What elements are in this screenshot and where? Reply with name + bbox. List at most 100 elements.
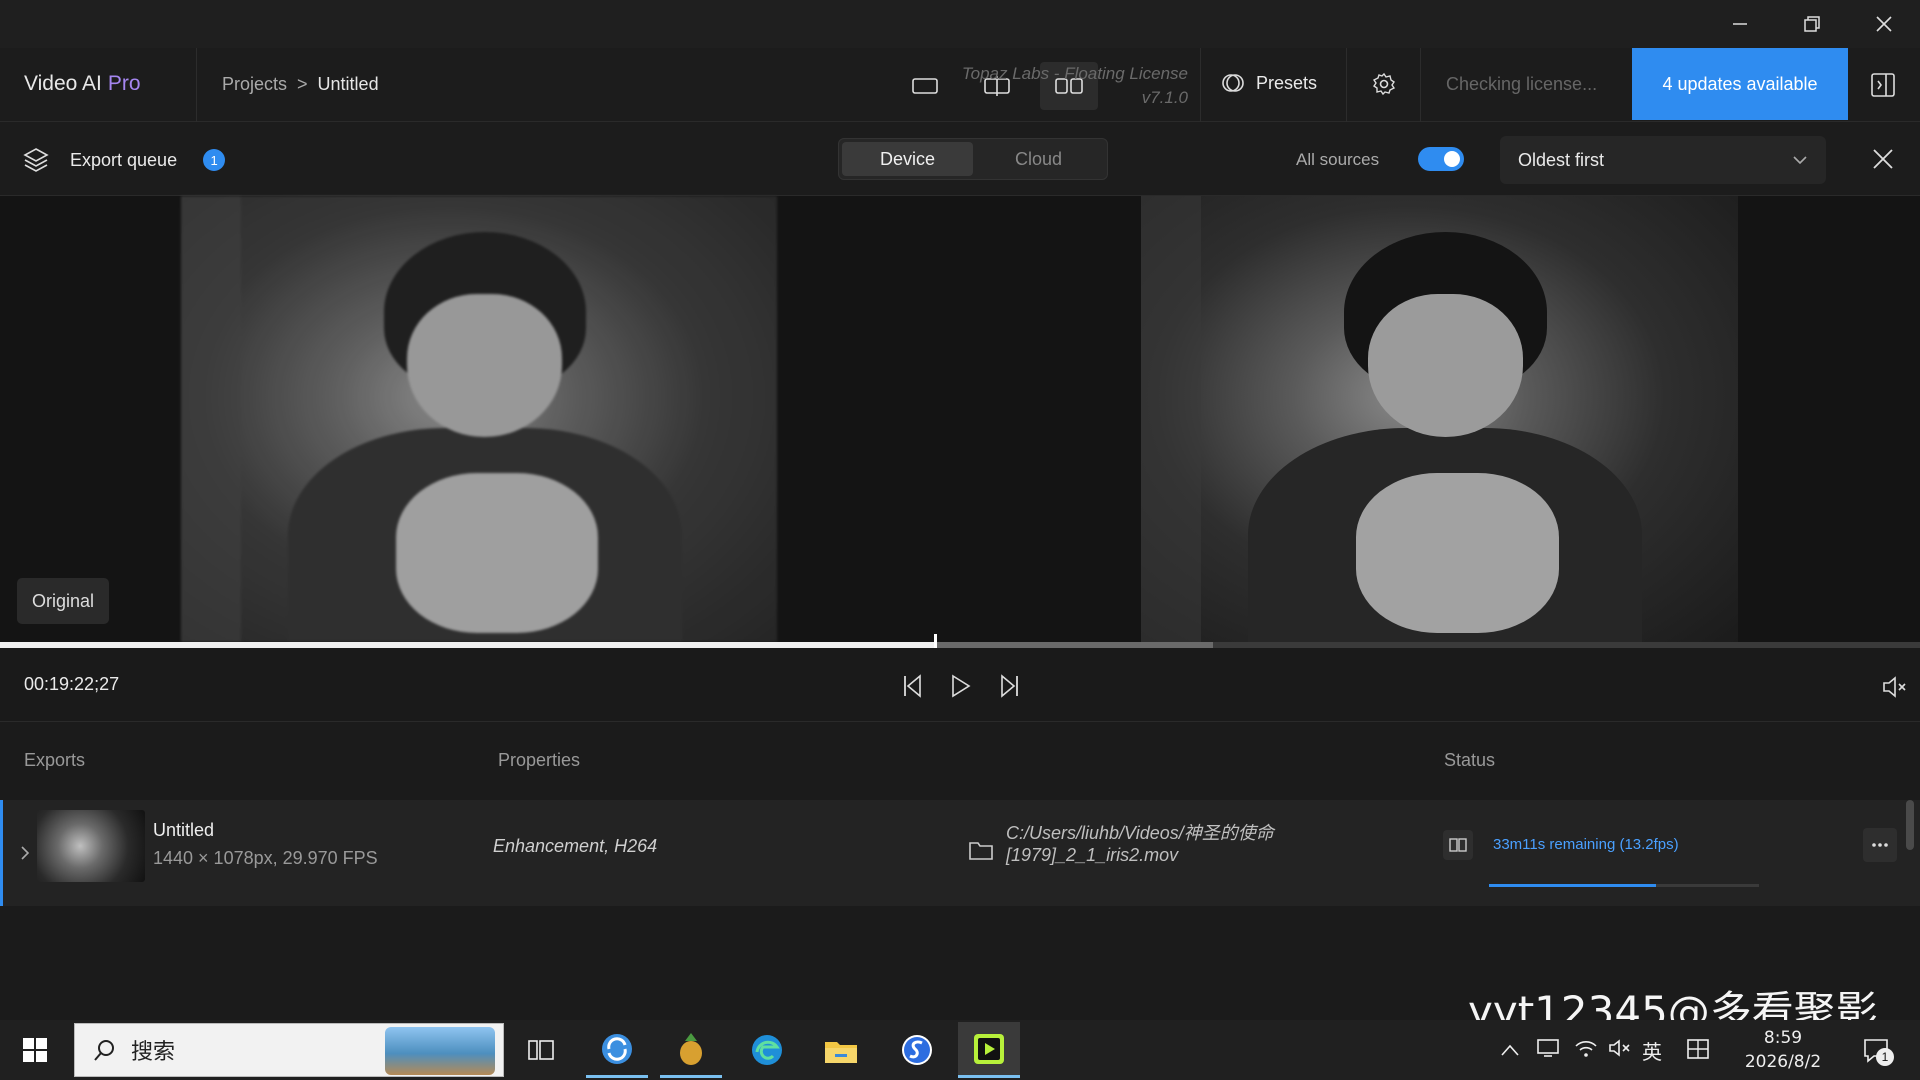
windows-logo-icon bbox=[23, 1038, 47, 1062]
folder-icon[interactable] bbox=[967, 836, 995, 864]
export-queue-title: Export queue bbox=[70, 149, 178, 170]
next-frame-button[interactable] bbox=[990, 668, 1026, 704]
minimize-button[interactable] bbox=[1704, 0, 1776, 48]
clock-date: 2026/8/2 bbox=[1744, 1052, 1822, 1072]
all-sources-label: All sources bbox=[1296, 150, 1380, 169]
chevron-down-icon bbox=[1793, 156, 1807, 165]
taskbar-clock[interactable]: 8:59 2026/8/2 bbox=[1718, 1026, 1848, 1074]
frame-figure bbox=[407, 294, 563, 437]
clock-time: 8:59 bbox=[1763, 1028, 1803, 1048]
chevron-right-icon bbox=[21, 846, 30, 860]
settings-button[interactable] bbox=[1368, 68, 1400, 100]
license-note: Topaz Labs - Floating License v7.1.0 bbox=[930, 62, 1188, 110]
task-view-button[interactable] bbox=[510, 1022, 572, 1078]
header-divider bbox=[1420, 48, 1421, 122]
presets-button[interactable]: Presets bbox=[1220, 70, 1317, 96]
frame-figure bbox=[395, 472, 599, 634]
step-forward-icon bbox=[1001, 674, 1018, 698]
taskbar-app-browser[interactable] bbox=[586, 1022, 648, 1078]
queue-count-badge: 1 bbox=[203, 149, 226, 171]
taskbar-app-edge[interactable] bbox=[736, 1022, 798, 1078]
timecode: 00:19:22;27 bbox=[24, 674, 120, 694]
tray-ime-language[interactable]: 英 bbox=[1642, 1036, 1662, 1065]
video-preview: Original bbox=[0, 196, 1920, 642]
enhanced-frame bbox=[1141, 196, 1738, 642]
export-path-line: C:/Users/liuhb/Videos/神圣的使命 bbox=[1006, 823, 1274, 843]
exports-table: Exports Properties Status Untitled 1440 … bbox=[0, 722, 1920, 1020]
header-divider bbox=[196, 48, 197, 122]
brand-tier: Pro bbox=[107, 72, 141, 95]
breadcrumb-current: Untitled bbox=[317, 74, 379, 94]
license-status: Checking license... bbox=[1446, 74, 1598, 94]
export-path[interactable]: C:/Users/liuhb/Videos/神圣的使命 [1979]_2_1_i… bbox=[1006, 822, 1336, 866]
tab-cloud[interactable]: Cloud bbox=[973, 142, 1104, 176]
export-queue-bar: Export queue 1 Device Cloud All sources … bbox=[0, 122, 1920, 196]
sort-dropdown[interactable]: Oldest first bbox=[1500, 136, 1826, 184]
close-window-button[interactable] bbox=[1848, 0, 1920, 48]
exports-scrollbar[interactable] bbox=[1906, 800, 1914, 850]
taskbar-search-box[interactable]: 搜索 bbox=[74, 1023, 504, 1077]
play-button[interactable] bbox=[942, 668, 978, 704]
minimize-icon bbox=[1733, 23, 1747, 25]
monitor-icon bbox=[1537, 1039, 1559, 1057]
more-options-button[interactable] bbox=[1863, 828, 1897, 862]
export-properties: Enhancement, H264 bbox=[493, 836, 658, 856]
video-ai-icon bbox=[974, 1033, 1004, 1064]
close-icon bbox=[1876, 16, 1892, 32]
device-cloud-switch: Device Cloud bbox=[838, 138, 1108, 180]
table-row[interactable]: Untitled 1440 × 1078px, 29.970 FPS Enhan… bbox=[0, 800, 1920, 906]
header-divider bbox=[1346, 48, 1347, 122]
all-sources-toggle[interactable] bbox=[1418, 147, 1464, 171]
frame-figure bbox=[1355, 472, 1559, 634]
tray-ime-mode[interactable] bbox=[1686, 1038, 1710, 1065]
tab-device[interactable]: Device bbox=[842, 142, 973, 176]
export-thumbnail bbox=[37, 810, 145, 882]
taskbar-app-video-ai[interactable] bbox=[958, 1022, 1020, 1078]
frame-background bbox=[181, 196, 241, 642]
fruit-app-icon bbox=[680, 1032, 702, 1065]
step-back-icon bbox=[904, 674, 921, 698]
original-frame bbox=[181, 196, 777, 642]
compare-icon bbox=[1449, 838, 1467, 852]
previous-frame-button[interactable] bbox=[896, 668, 932, 704]
tray-overflow-button[interactable] bbox=[1500, 1038, 1520, 1062]
header-properties: Properties bbox=[498, 750, 581, 770]
export-meta: 1440 × 1078px, 29.970 FPS bbox=[153, 848, 378, 868]
breadcrumb-separator: > bbox=[297, 74, 308, 94]
ellipsis-icon bbox=[1872, 843, 1888, 847]
breadcrumb-projects[interactable]: Projects bbox=[222, 74, 287, 95]
edge-icon bbox=[752, 1035, 782, 1065]
updates-button[interactable]: 4 updates available bbox=[1632, 48, 1848, 120]
speaker-muted-icon bbox=[1609, 1039, 1630, 1057]
transport-bar: 00:19:22;27 bbox=[0, 648, 1920, 722]
layers-icon bbox=[23, 148, 49, 172]
export-progress-bar bbox=[1489, 884, 1759, 887]
play-icon bbox=[952, 674, 971, 698]
taskbar-app-pineapple[interactable] bbox=[660, 1022, 722, 1078]
frame-background bbox=[1141, 196, 1201, 642]
presets-label: Presets bbox=[1256, 72, 1318, 93]
s-app-icon bbox=[902, 1035, 932, 1065]
tray-network-icon[interactable] bbox=[1574, 1038, 1598, 1063]
search-placeholder: 搜索 bbox=[131, 1040, 176, 1065]
expand-row-button[interactable] bbox=[15, 838, 35, 868]
export-progress-fill bbox=[1489, 884, 1657, 887]
app-header: Video AI Pro Projects > Untitled Topaz La… bbox=[0, 48, 1920, 122]
brand-name: Video AI bbox=[24, 72, 102, 95]
wifi-icon bbox=[1575, 1041, 1597, 1057]
notification-count: 1 bbox=[1876, 1048, 1894, 1066]
toggle-panel-button[interactable] bbox=[1866, 68, 1900, 102]
taskbar-app-blue-s[interactable] bbox=[886, 1022, 948, 1078]
compare-button[interactable] bbox=[1443, 830, 1473, 860]
close-queue-button[interactable] bbox=[1868, 144, 1898, 174]
keyboard-grid-icon bbox=[1687, 1039, 1709, 1059]
export-name: Untitled bbox=[153, 820, 215, 840]
presets-icon bbox=[1222, 74, 1244, 92]
restore-button[interactable] bbox=[1776, 0, 1848, 48]
notification-center-button[interactable]: 1 bbox=[1852, 1030, 1900, 1070]
tray-display-icon[interactable] bbox=[1536, 1038, 1560, 1063]
start-button[interactable] bbox=[14, 1034, 56, 1066]
mute-button[interactable] bbox=[1878, 670, 1912, 704]
taskbar-app-file-explorer[interactable] bbox=[810, 1022, 872, 1078]
tray-volume-icon[interactable] bbox=[1608, 1038, 1632, 1063]
